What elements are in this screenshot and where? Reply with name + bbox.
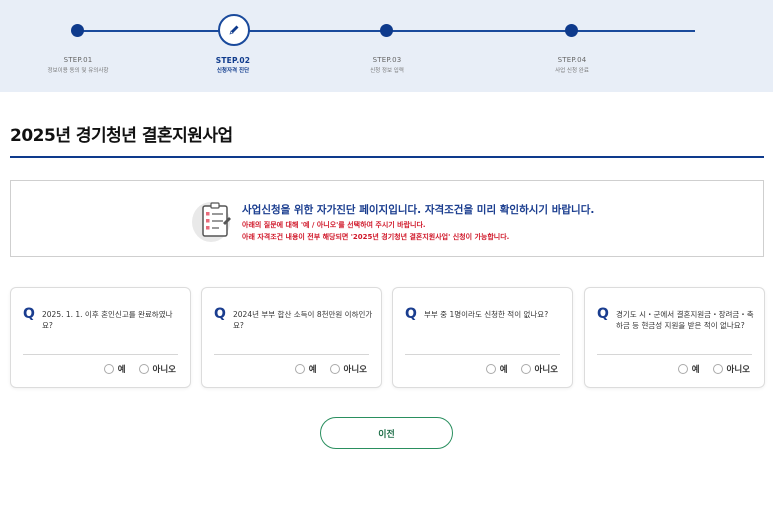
yes-option[interactable]: 예 <box>103 363 126 375</box>
yes-label: 예 <box>117 365 126 375</box>
yes-option[interactable]: 예 <box>677 363 700 375</box>
notice-main-text: 사업신청을 위한 자가진단 페이지입니다. 자격조건을 미리 확인하시기 바랍니… <box>242 204 595 216</box>
notice-instruction: 아래의 질문에 대해 '예 / 아니오'를 선택하여 주시기 바랍니다. <box>242 221 426 229</box>
notice-box: 사업신청을 위한 자가진단 페이지입니다. 자격조건을 미리 확인하시기 바랍니… <box>10 180 764 257</box>
no-label: 아니오 <box>343 365 367 375</box>
step-dot <box>71 24 84 37</box>
step-description: 신청 정보 입력 <box>370 68 404 74</box>
no-label: 아니오 <box>534 365 558 375</box>
radio-button[interactable] <box>294 364 305 374</box>
question-card-1: Q 2025. 1. 1. 이후 혼인신고를 완료하였나요? 예 아니오 <box>10 287 191 388</box>
yes-option[interactable]: 예 <box>294 363 317 375</box>
no-option[interactable]: 아니오 <box>138 363 176 375</box>
radio-button[interactable] <box>485 364 496 374</box>
step-number: STEP.03 <box>372 56 402 64</box>
yes-label: 예 <box>691 365 700 375</box>
radio-button[interactable] <box>329 364 340 374</box>
question-text: 경기도 시・군에서 결혼지원금・장려금・축하금 등 현금성 지원을 받은 적이 … <box>616 310 754 330</box>
step-number: STEP.01 <box>63 56 93 64</box>
question-text: 부부 중 1명이라도 신청한 적이 없나요? <box>424 310 549 319</box>
radio-button[interactable] <box>712 364 723 374</box>
no-option[interactable]: 아니오 <box>712 363 750 375</box>
step-dot <box>380 24 393 37</box>
divider <box>405 354 560 355</box>
no-label: 아니오 <box>152 365 176 375</box>
notice-eligibility: 아래 자격조건 내용이 전부 해당되면 '2025년 경기청년 결혼지원사업' … <box>242 233 510 241</box>
no-option[interactable]: 아니오 <box>520 363 558 375</box>
prev-button[interactable]: 이전 <box>320 417 453 449</box>
yes-label: 예 <box>308 365 317 375</box>
radio-button[interactable] <box>103 364 114 374</box>
q-mark: Q <box>23 306 35 322</box>
radio-button[interactable] <box>138 364 149 374</box>
title-divider <box>10 156 764 158</box>
q-mark: Q <box>597 306 609 322</box>
radio-button[interactable] <box>520 364 531 374</box>
step-number: STEP.02 <box>215 56 251 65</box>
divider <box>214 354 369 355</box>
no-label: 아니오 <box>726 365 750 375</box>
step-description: 정보이용 동의 및 유의사항 <box>47 68 109 74</box>
pencil-icon <box>218 14 250 46</box>
page-title: 2025년 경기청년 결혼지원사업 <box>10 126 233 146</box>
yes-label: 예 <box>499 365 508 375</box>
q-mark: Q <box>405 306 417 322</box>
checklist-icon <box>189 195 239 245</box>
step-number: STEP.04 <box>557 56 587 64</box>
step-indicator: STEP.01 정보이용 동의 및 유의사항 STEP.02 신청자격 진단 S… <box>0 0 773 92</box>
divider <box>23 354 178 355</box>
no-option[interactable]: 아니오 <box>329 363 367 375</box>
question-card-3: Q 부부 중 1명이라도 신청한 적이 없나요? 예 아니오 <box>392 287 573 388</box>
yes-option[interactable]: 예 <box>485 363 508 375</box>
divider <box>597 354 752 355</box>
question-card-4: Q 경기도 시・군에서 결혼지원금・장려금・축하금 등 현금성 지원을 받은 적… <box>584 287 765 388</box>
question-text: 2025. 1. 1. 이후 혼인신고를 완료하였나요? <box>42 310 173 330</box>
question-card-2: Q 2024년 부부 합산 소득이 8천만원 이하인가요? 예 아니오 <box>201 287 382 388</box>
question-text: 2024년 부부 합산 소득이 8천만원 이하인가요? <box>233 310 373 330</box>
step-description: 사업 신청 완료 <box>555 68 589 74</box>
q-mark: Q <box>214 306 226 322</box>
radio-button[interactable] <box>677 364 688 374</box>
step-dot <box>565 24 578 37</box>
step-description: 신청자격 진단 <box>216 68 250 74</box>
